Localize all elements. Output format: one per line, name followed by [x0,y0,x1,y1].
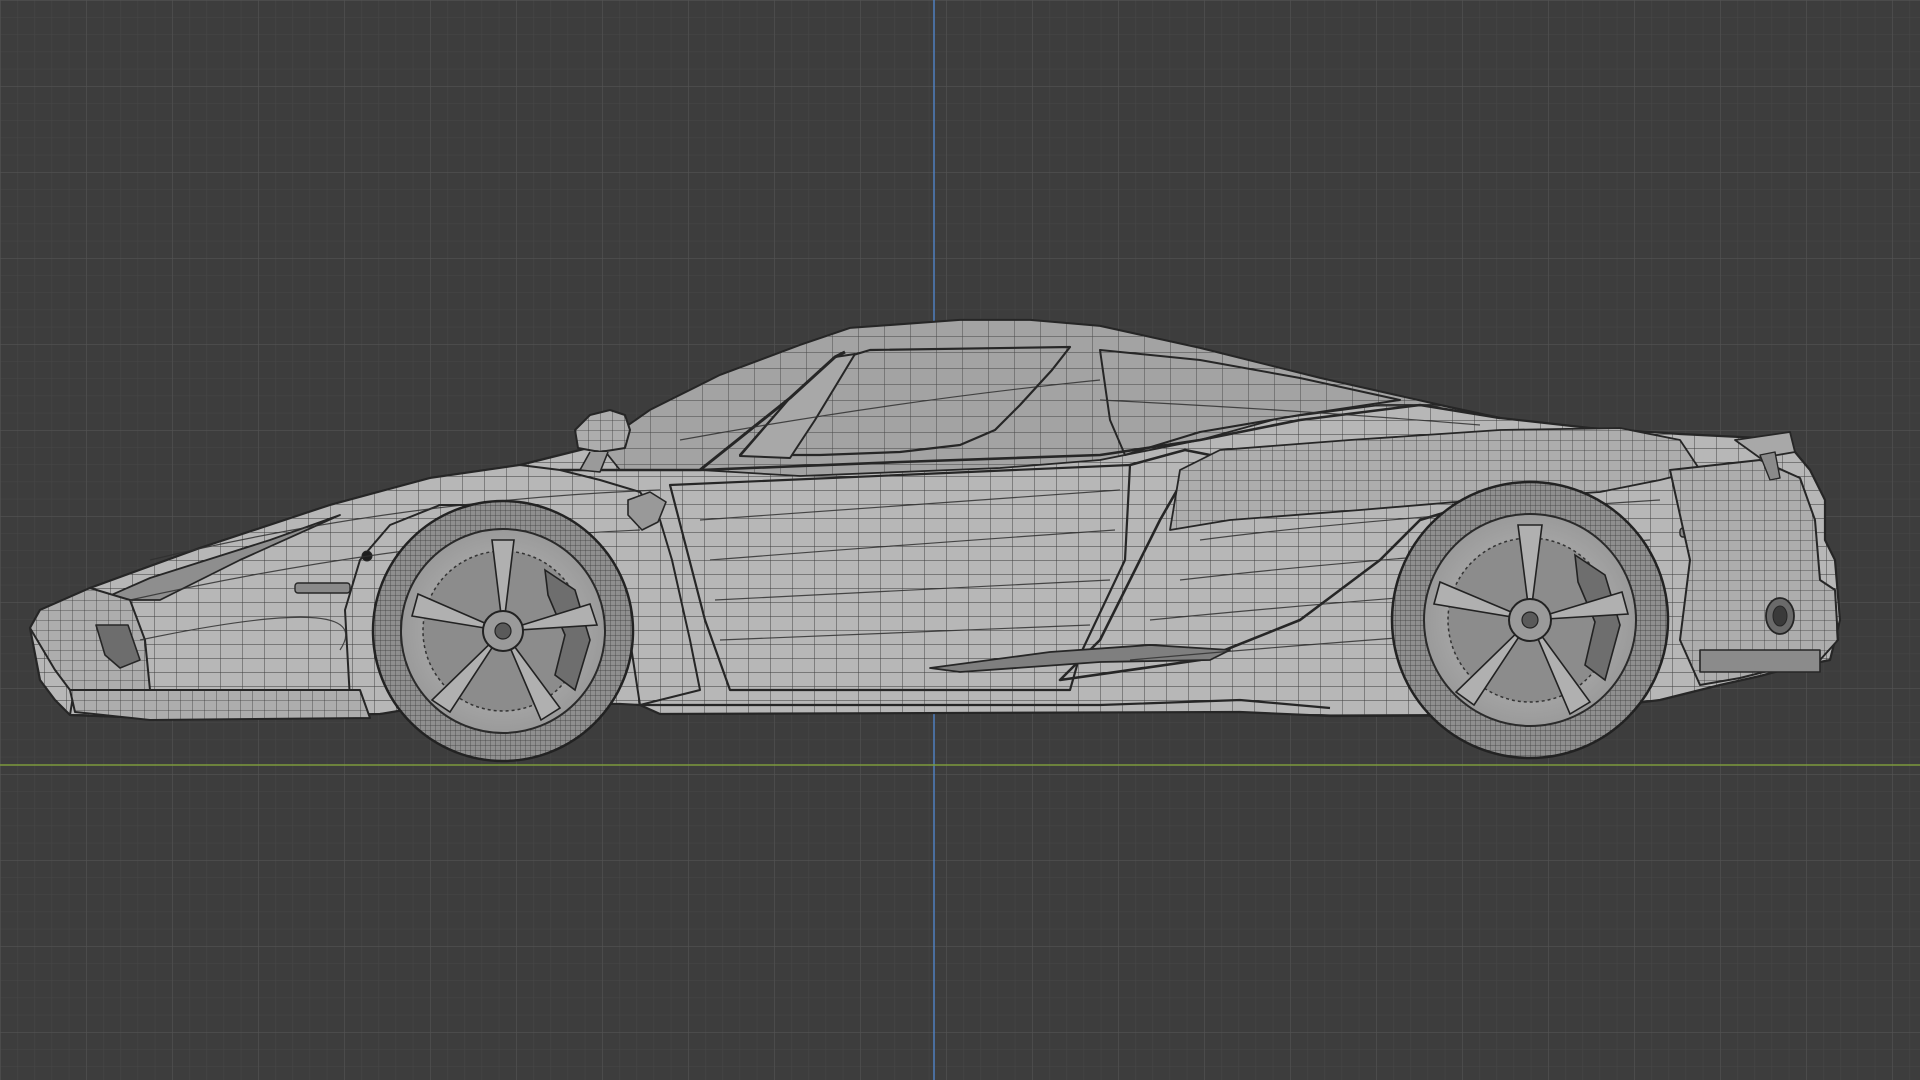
rear-hub-nut [1521,611,1539,629]
exhaust-tip-inner [1772,605,1788,627]
front-wheel[interactable] [371,499,635,763]
front-splitter [69,689,371,721]
front-hub-nut [494,622,512,640]
front-side-marker [294,582,351,594]
rear-diffuser [1699,649,1821,673]
3d-viewport[interactable] [0,0,1920,1080]
rear-wheel[interactable] [1390,480,1670,760]
